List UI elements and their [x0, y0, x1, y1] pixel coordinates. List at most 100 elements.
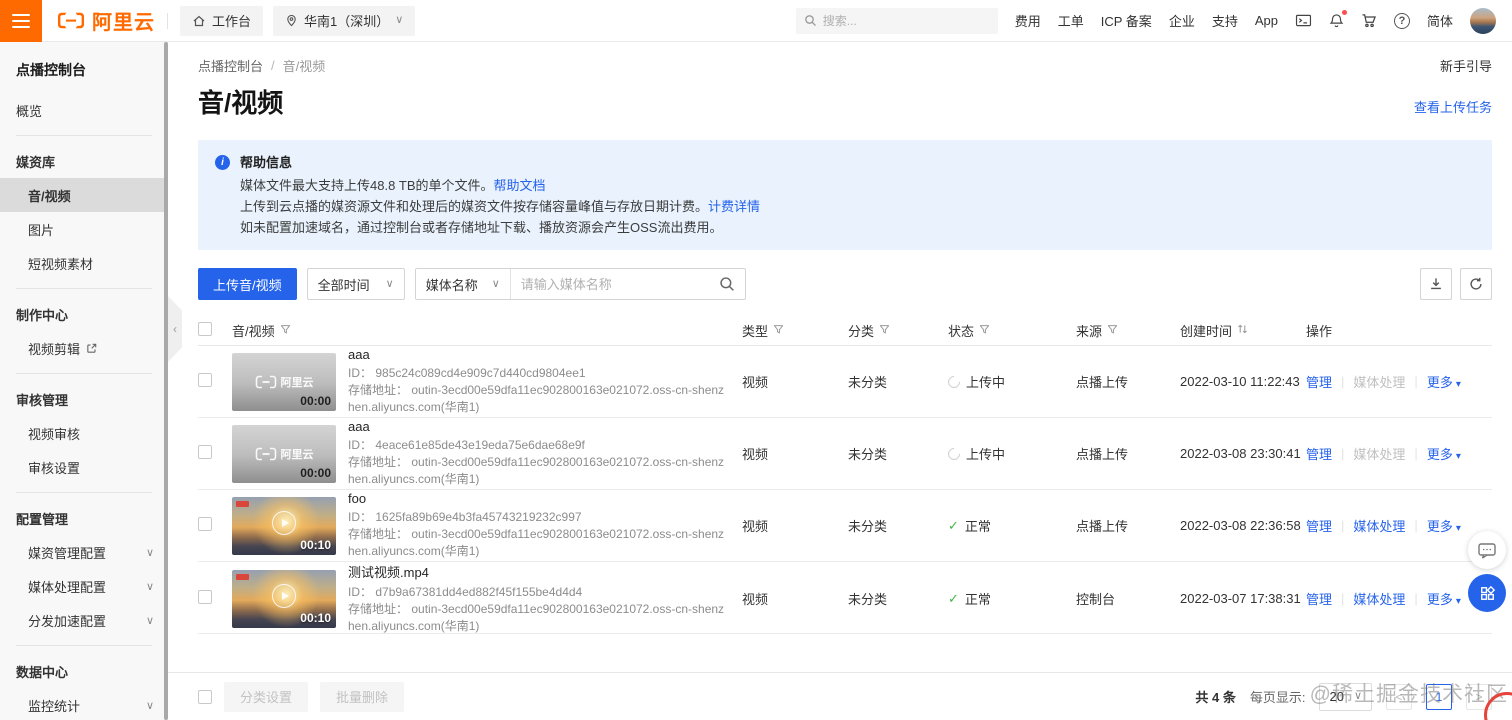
hamburger-menu-button[interactable]	[0, 0, 42, 42]
per-page-select[interactable]: 20 ∨	[1319, 682, 1372, 711]
quick-apps-button[interactable]	[1468, 574, 1506, 612]
workbench-button[interactable]: 工作台	[180, 5, 264, 36]
sidebar-item: 配置管理	[0, 501, 168, 535]
sidebar-item[interactable]: 短视频素材	[0, 246, 168, 280]
caret-down-icon: ▾	[1455, 596, 1461, 607]
action-manage-link[interactable]: 管理	[1306, 372, 1332, 391]
video-thumbnail[interactable]: 阿里云 00:10	[232, 496, 336, 555]
global-search[interactable]	[795, 7, 998, 34]
region-selector[interactable]: 华南1（深圳） ∨	[273, 5, 416, 36]
sidebar-item[interactable]: 媒体处理配置 ∨	[0, 569, 168, 603]
video-logo-mark	[236, 573, 249, 580]
action-process-link[interactable]: 媒体处理	[1353, 372, 1405, 391]
action-more-link[interactable]: 更多 ▾	[1427, 372, 1461, 391]
action-more-link[interactable]: 更多 ▾	[1427, 516, 1461, 535]
play-icon	[272, 511, 296, 536]
refresh-button[interactable]	[1460, 268, 1492, 300]
sidebar-item[interactable]: 音/视频	[0, 178, 168, 212]
nav-support[interactable]: 支持	[1212, 11, 1238, 30]
sidebar-item[interactable]: 概览	[0, 93, 168, 127]
current-page-button[interactable]: 1	[1426, 683, 1452, 710]
action-process-link[interactable]: 媒体处理	[1353, 444, 1405, 463]
sort-icon[interactable]	[1237, 323, 1248, 338]
footer-select-all-checkbox[interactable]	[198, 689, 212, 704]
aliyun-logo[interactable]: 阿里云	[56, 6, 155, 35]
video-thumbnail[interactable]: 阿里云 00:00	[232, 352, 336, 411]
global-search-input[interactable]	[822, 13, 990, 28]
help-title: 帮助信息	[240, 155, 293, 170]
action-process-link[interactable]: 媒体处理	[1353, 589, 1405, 608]
beginner-guide-link[interactable]: 新手引导	[1440, 56, 1492, 75]
sidebar-item[interactable]: 图片	[0, 212, 168, 246]
action-process-link[interactable]: 媒体处理	[1353, 516, 1405, 535]
sidebar-item[interactable]: 视频剪辑	[0, 331, 168, 365]
filter-icon[interactable]	[979, 323, 990, 338]
col-actions-label: 操作	[1306, 324, 1333, 339]
user-avatar[interactable]	[1470, 7, 1496, 34]
help-icon[interactable]: ?	[1393, 12, 1410, 29]
cell-status: ✓ 正常	[948, 589, 1076, 608]
per-page-label: 每页显示:	[1249, 690, 1306, 705]
table-row: 阿里云 00:10 foo ID： 1625fa89b69e4b3fa45743…	[198, 490, 1492, 562]
feedback-chat-button[interactable]	[1468, 531, 1506, 569]
filter-icon[interactable]	[879, 323, 890, 338]
help-doc-link[interactable]: 帮助文档	[494, 178, 546, 193]
video-thumbnail[interactable]: 阿里云 00:00	[232, 424, 336, 483]
action-manage-link[interactable]: 管理	[1306, 444, 1332, 463]
media-name[interactable]: aaa	[348, 347, 730, 362]
media-name[interactable]: foo	[348, 491, 730, 506]
notifications-bell-icon[interactable]	[1329, 9, 1347, 29]
action-manage-link[interactable]: 管理	[1306, 589, 1332, 608]
sidebar-item[interactable]: 分发加速配置 ∨	[0, 603, 168, 637]
col-created-label: 创建时间	[1180, 324, 1233, 339]
media-storage-address: 存储地址： outin-3ecd00e59dfa11ec902800163e02…	[348, 454, 730, 488]
cart-icon[interactable]	[1361, 13, 1377, 28]
video-thumbnail[interactable]: 阿里云 00:10	[232, 569, 336, 628]
filter-icon[interactable]	[280, 323, 291, 338]
sidebar-item: 数据中心	[0, 654, 168, 688]
filter-icon[interactable]	[773, 323, 784, 338]
media-name-input[interactable]	[510, 276, 719, 292]
upload-media-button[interactable]: 上传音/视频	[198, 268, 297, 300]
sidebar-item-label: 媒资管理配置	[28, 545, 107, 561]
cell-category: 未分类	[848, 375, 888, 390]
nav-fees[interactable]: 费用	[1015, 11, 1041, 30]
billing-detail-link[interactable]: 计费详情	[708, 199, 760, 214]
search-field-select[interactable]: 媒体名称 ∨	[416, 269, 511, 299]
batch-delete-button[interactable]: 批量删除	[320, 681, 405, 712]
row-checkbox[interactable]	[198, 590, 212, 604]
action-more-label: 更多	[1426, 447, 1453, 462]
row-checkbox[interactable]	[198, 517, 212, 531]
select-all-checkbox[interactable]	[198, 322, 212, 336]
aliyun-watermark-text: 阿里云	[280, 448, 314, 461]
nav-enterprise[interactable]: 企业	[1169, 11, 1195, 30]
nav-icp[interactable]: ICP 备案	[1101, 11, 1152, 30]
filter-icon[interactable]	[1107, 323, 1118, 338]
terminal-icon[interactable]	[1295, 13, 1312, 28]
sidebar-item[interactable]: 审核设置	[0, 450, 168, 484]
row-checkbox[interactable]	[198, 445, 212, 459]
nav-tickets[interactable]: 工单	[1058, 11, 1084, 30]
help-line-3: 如未配置加速域名，通过控制台或者存储地址下载、播放资源会产生OSS流出费用。	[240, 220, 723, 235]
media-name[interactable]: aaa	[348, 419, 730, 434]
time-filter-select[interactable]: 全部时间 ∨	[306, 268, 405, 300]
prev-page-button[interactable]: <	[1386, 683, 1412, 710]
nav-app[interactable]: App	[1255, 13, 1278, 28]
view-upload-tasks-link[interactable]: 查看上传任务	[1414, 97, 1492, 116]
media-name[interactable]: 测试视频.mp4	[348, 562, 730, 581]
export-download-button[interactable]	[1420, 268, 1452, 300]
search-icon[interactable]	[719, 276, 735, 292]
action-separator: |	[1414, 518, 1418, 533]
chevron-down-icon: ∨	[145, 546, 154, 559]
action-manage-link[interactable]: 管理	[1306, 516, 1332, 535]
action-more-link[interactable]: 更多 ▾	[1427, 444, 1461, 463]
sidebar-item[interactable]: 媒资管理配置 ∨	[0, 535, 168, 569]
sidebar-item[interactable]: 监控统计 ∨	[0, 688, 168, 720]
language-switch[interactable]: 简体	[1427, 11, 1453, 30]
next-page-button[interactable]: >	[1466, 683, 1492, 710]
category-settings-button[interactable]: 分类设置	[224, 681, 309, 712]
action-more-link[interactable]: 更多 ▾	[1427, 589, 1461, 608]
breadcrumb-root[interactable]: 点播控制台	[198, 56, 263, 75]
row-checkbox[interactable]	[198, 373, 212, 387]
sidebar-item[interactable]: 视频审核	[0, 416, 168, 450]
